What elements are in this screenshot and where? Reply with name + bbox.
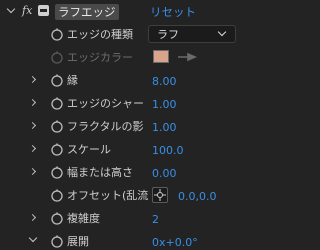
expand-chevron-icon[interactable] [28,98,37,107]
reset-link[interactable]: リセット [150,5,196,19]
offset-turbulence-value[interactable]: 0.0,0.0 [178,190,216,203]
edge-sharpness-label: エッジのシャー [67,97,144,110]
offset-turbulence-label: オフセット(乱流 [67,189,149,202]
complexity-label: 複雑度 [67,212,100,225]
stopwatch-icon[interactable] [50,96,64,110]
offset-turbulence-row: オフセット(乱流 0.0,0.0 [0,184,250,207]
eyedropper-icon[interactable] [176,51,198,63]
edge-type-value: ラフ [157,28,179,41]
evolution-value[interactable]: 0x+0.0° [152,236,198,249]
edge-type-dropdown[interactable]: ラフ [148,25,236,43]
stretch-row: 幅または高さ 0.00 [0,161,250,184]
stopwatch-icon[interactable] [50,27,64,41]
edge-sharpness-row: エッジのシャー 1.00 [0,92,250,115]
fractal-influence-value[interactable]: 1.00 [152,121,177,134]
scale-row: スケール 100.0 [0,138,250,161]
expand-chevron-icon[interactable] [28,213,37,222]
border-value[interactable]: 8.00 [152,75,177,88]
complexity-value[interactable]: 2 [152,213,159,226]
stopwatch-icon[interactable] [50,119,64,133]
stopwatch-icon[interactable] [50,188,64,202]
expand-chevron-icon[interactable] [28,167,37,176]
stopwatch-icon[interactable] [50,142,64,156]
effect-header-row: fx ラフエッジ リセット [0,0,250,23]
effect-layer-icon [38,5,49,16]
border-row: 縁 8.00 [0,69,250,92]
fx-toggle-icon[interactable]: fx [22,4,32,17]
stopwatch-icon[interactable] [50,73,64,87]
edge-color-swatch[interactable] [153,50,169,63]
edge-sharpness-value[interactable]: 1.00 [152,98,177,111]
effect-controls-panel: fx ラフエッジ リセット エッジの種類 ラフ エッジカラー 縁 8.00 エッ… [0,0,250,250]
stopwatch-icon[interactable] [50,234,64,248]
stopwatch-icon[interactable] [50,211,64,225]
stretch-value[interactable]: 0.00 [152,167,177,180]
fractal-influence-row: フラクタルの影 1.00 [0,115,250,138]
expand-chevron-icon[interactable] [28,144,37,153]
stopwatch-icon[interactable] [50,165,64,179]
stretch-label: 幅または高さ [67,166,133,179]
scale-label: スケール [67,143,111,156]
edge-type-row: エッジの種類 ラフ [0,23,250,46]
point-target-icon[interactable] [152,187,168,203]
stopwatch-icon [51,51,63,64]
expand-chevron-icon[interactable] [28,121,37,130]
evolution-row: 展開 0x+0.0° [0,230,250,250]
scale-value[interactable]: 100.0 [152,144,184,157]
collapse-chevron-icon[interactable] [28,233,38,243]
edge-color-row: エッジカラー [0,46,250,69]
expand-chevron-icon[interactable] [28,75,37,84]
complexity-row: 複雑度 2 [0,207,250,230]
edge-color-label: エッジカラー [67,51,133,64]
effect-title[interactable]: ラフエッジ [55,4,119,20]
collapse-chevron-icon[interactable] [6,4,16,14]
chevron-down-icon [217,27,227,37]
border-label: 縁 [67,74,78,87]
edge-type-label: エッジの種類 [67,28,133,41]
fractal-influence-label: フラクタルの影 [67,120,144,133]
evolution-label: 展開 [67,235,89,248]
